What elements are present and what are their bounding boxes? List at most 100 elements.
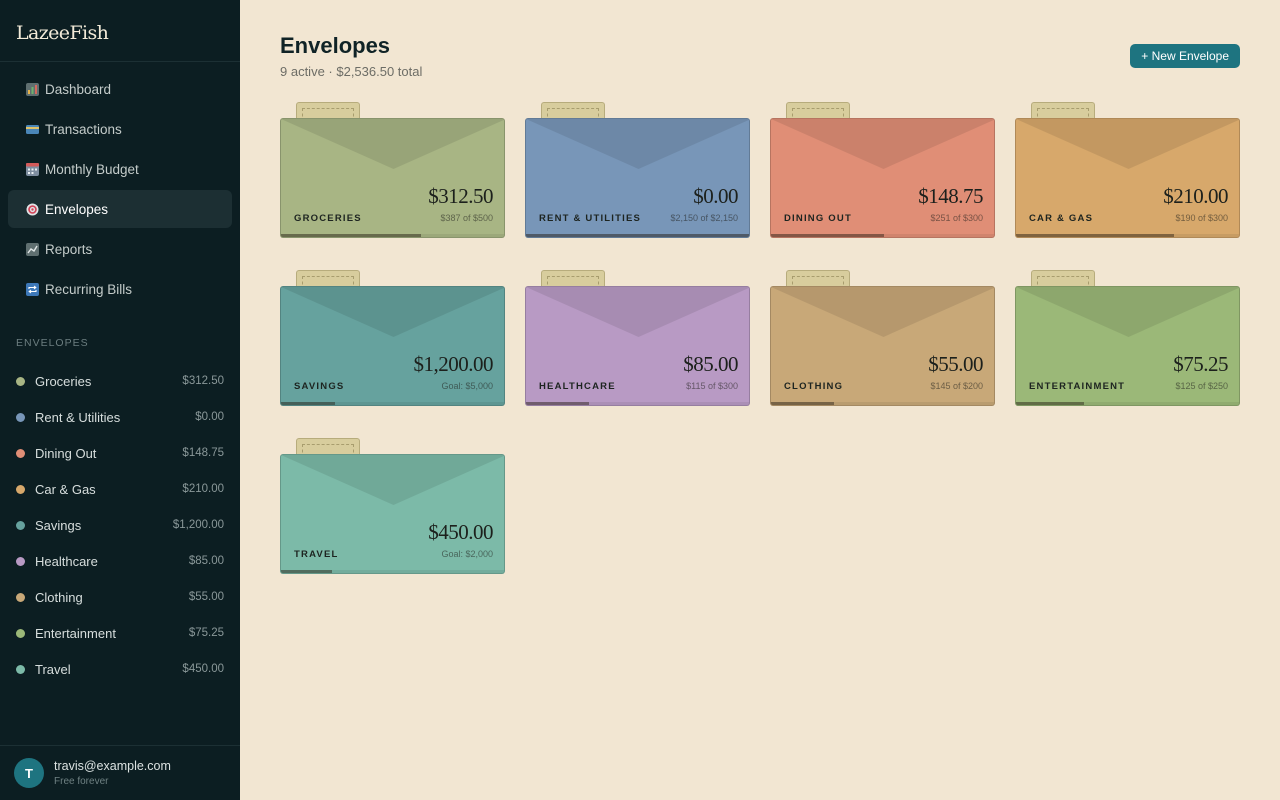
envelope-progress-bar — [526, 402, 749, 405]
envelope-card[interactable]: $148.75 DINING OUT $251 of $300 — [770, 118, 995, 238]
envelope-meta: Goal: $2,000 — [441, 549, 493, 559]
envelope-meta: $125 of $250 — [1175, 381, 1228, 391]
sidebar-envelope-rent-and-utilities[interactable]: Rent & Utilities $0.00 — [16, 399, 224, 435]
envelope-progress-bar — [771, 402, 994, 405]
envelope-label: TRAVEL — [294, 549, 339, 560]
envelope-flap — [281, 455, 504, 505]
sidebar-envelope-travel[interactable]: Travel $450.00 — [16, 651, 224, 687]
envelope-label: HEALTHCARE — [539, 381, 616, 392]
envelope-label: CLOTHING — [784, 381, 844, 392]
nav-item-reports[interactable]: Reports — [8, 230, 232, 268]
sidebar-envelope-amount: $55.00 — [188, 591, 224, 603]
envelope-dining-out: $148.75 DINING OUT $251 of $300 — [770, 102, 995, 238]
envelope-progress-fill — [526, 402, 589, 405]
main-content: Envelopes 9 active · $2,536.50 total + N… — [240, 0, 1280, 800]
sidebar-envelope-name: Groceries — [35, 373, 92, 389]
trend-chart-icon — [26, 242, 39, 256]
nav-item-label: Dashboard — [45, 81, 112, 97]
envelope-progress-fill — [771, 402, 834, 405]
nav-item-envelopes[interactable]: Envelopes — [8, 190, 232, 228]
app-logo[interactable]: LazeeFish — [0, 0, 240, 62]
repeat-icon — [26, 282, 39, 296]
sidebar-envelope-amount: $75.25 — [188, 627, 224, 639]
envelope-color-dot — [16, 412, 25, 422]
nav-item-label: Transactions — [45, 121, 122, 137]
envelope-card[interactable]: $1,200.00 SAVINGS Goal: $5,000 — [280, 286, 505, 406]
sidebar-envelope-name: Travel — [35, 661, 71, 677]
calendar-icon — [26, 162, 39, 176]
sidebar-envelope-dining-out[interactable]: Dining Out $148.75 — [16, 435, 224, 471]
envelope-card[interactable]: $0.00 RENT & UTILITIES $2,150 of $2,150 — [525, 118, 750, 238]
sidebar-envelope-name: Entertainment — [35, 625, 116, 641]
envelope-color-dot — [16, 592, 25, 602]
envelope-progress-bar — [281, 570, 504, 573]
envelope-flap — [281, 119, 504, 169]
sidebar-envelope-clothing[interactable]: Clothing $55.00 — [16, 579, 224, 615]
user-account[interactable]: T travis@example.com Free forever — [0, 745, 240, 800]
sidebar: LazeeFish Dashboard Transactions Monthly B… — [0, 0, 240, 800]
user-plan: Free forever — [54, 776, 109, 787]
envelope-progress-fill — [281, 570, 332, 573]
envelope-rent-and-utilities: $0.00 RENT & UTILITIES $2,150 of $2,150 — [525, 102, 750, 238]
envelopes-section-title: ENVELOPES — [16, 337, 89, 349]
envelope-color-dot — [16, 556, 25, 566]
nav-item-monthly-budget[interactable]: Monthly Budget — [8, 150, 232, 188]
sidebar-envelope-healthcare[interactable]: Healthcare $85.00 — [16, 543, 224, 579]
credit-card-icon — [26, 123, 39, 136]
envelope-entertainment: $75.25 ENTERTAINMENT $125 of $250 — [1015, 270, 1240, 406]
envelope-card[interactable]: $75.25 ENTERTAINMENT $125 of $250 — [1015, 286, 1240, 406]
envelope-balance: $148.75 — [918, 184, 983, 208]
envelope-color-dot — [16, 664, 25, 674]
nav-item-label: Recurring Bills — [45, 281, 133, 297]
envelope-label: SAVINGS — [294, 381, 345, 392]
envelope-card[interactable]: $55.00 CLOTHING $145 of $200 — [770, 286, 995, 406]
envelope-balance: $312.50 — [428, 184, 493, 208]
envelope-meta: $387 of $500 — [440, 213, 493, 223]
sidebar-envelope-name: Car & Gas — [35, 481, 96, 497]
envelope-flap — [771, 119, 994, 169]
envelope-travel: $450.00 TRAVEL Goal: $2,000 — [280, 438, 505, 574]
nav-item-recurring-bills[interactable]: Recurring Bills — [8, 270, 232, 308]
sidebar-envelope-groceries[interactable]: Groceries $312.50 — [16, 363, 224, 399]
envelope-color-dot — [16, 376, 25, 386]
envelope-label: ENTERTAINMENT — [1029, 381, 1126, 392]
envelope-color-dot — [16, 520, 25, 530]
nav-item-label: Monthly Budget — [45, 161, 139, 177]
envelope-flap — [526, 119, 749, 169]
envelope-progress-fill — [526, 234, 749, 237]
sidebar-envelope-name: Savings — [35, 517, 82, 533]
sidebar-envelope-car-and-gas[interactable]: Car & Gas $210.00 — [16, 471, 224, 507]
envelope-color-dot — [16, 628, 25, 638]
envelope-flap — [1016, 287, 1239, 337]
sidebar-envelope-amount: $0.00 — [195, 411, 224, 423]
envelope-progress-fill — [1016, 234, 1174, 237]
envelope-flap — [281, 287, 504, 337]
sidebar-envelope-name: Clothing — [35, 589, 83, 605]
sidebar-envelope-savings[interactable]: Savings $1,200.00 — [16, 507, 224, 543]
envelope-progress-fill — [771, 234, 884, 237]
page-title: Envelopes — [280, 33, 391, 58]
envelope-balance: $75.25 — [1173, 352, 1228, 376]
envelope-card[interactable]: $312.50 GROCERIES $387 of $500 — [280, 118, 505, 238]
sidebar-envelope-amount: $1,200.00 — [172, 519, 224, 531]
envelope-card[interactable]: $85.00 HEALTHCARE $115 of $300 — [525, 286, 750, 406]
sidebar-envelope-entertainment[interactable]: Entertainment $75.25 — [16, 615, 224, 651]
envelope-meta: $115 of $300 — [686, 381, 738, 391]
envelope-balance: $85.00 — [683, 352, 738, 376]
envelope-card[interactable]: $450.00 TRAVEL Goal: $2,000 — [280, 454, 505, 574]
envelope-progress-fill — [1016, 402, 1084, 405]
new-envelope-button[interactable]: + New Envelope — [1130, 44, 1240, 68]
envelope-progress-bar — [771, 234, 994, 237]
envelope-meta: Goal: $5,000 — [441, 381, 493, 391]
avatar[interactable]: T — [14, 758, 44, 788]
envelope-progress-fill — [281, 234, 421, 237]
envelope-balance: $1,200.00 — [413, 352, 494, 376]
envelope-card[interactable]: $210.00 CAR & GAS $190 of $300 — [1015, 118, 1240, 238]
sidebar-envelope-amount: $148.75 — [182, 447, 224, 459]
envelope-savings: $1,200.00 SAVINGS Goal: $5,000 — [280, 270, 505, 406]
nav-item-dashboard[interactable]: Dashboard — [8, 70, 232, 108]
nav-item-transactions[interactable]: Transactions — [8, 110, 232, 148]
nav-item-label: Reports — [45, 241, 93, 257]
user-info: travis@example.com Free forever — [54, 759, 171, 787]
envelope-flap — [526, 287, 749, 337]
